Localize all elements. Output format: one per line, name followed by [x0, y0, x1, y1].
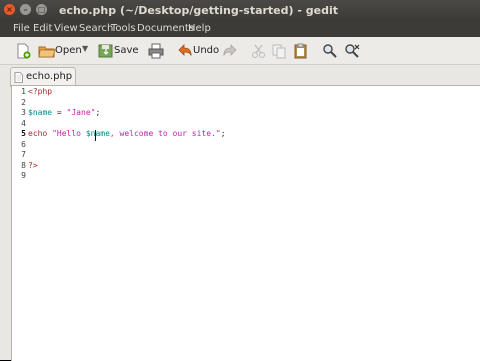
line-number: 7 — [21, 150, 26, 159]
cut-button[interactable] — [250, 42, 268, 60]
menu-tools[interactable]: Tools — [111, 23, 136, 34]
close-window-button[interactable]: × — [4, 4, 15, 15]
find-button[interactable] — [321, 42, 339, 60]
new-document-button[interactable] — [14, 42, 34, 60]
undo-icon — [178, 44, 192, 57]
folder-open-icon — [38, 46, 56, 58]
code-line-3: $name = "Jane"; — [28, 108, 100, 117]
save-button[interactable]: Save — [97, 42, 139, 60]
menu-view[interactable]: View — [54, 23, 78, 34]
toolbar: Open ▼ Save Undo — [0, 37, 480, 65]
code-line-5: echo "Hello $name, welcome to our site."… — [28, 129, 226, 138]
string-token: "Jane" — [66, 108, 96, 117]
printer-icon — [148, 43, 164, 59]
php-open-tag: <?php — [28, 87, 53, 96]
chevron-down-icon: ▼ — [82, 44, 89, 53]
scissors-icon — [252, 44, 265, 58]
redo-icon — [223, 44, 237, 57]
line-number-gutter: 1 2 3 4 5 6 7 8 9 — [12, 86, 26, 361]
line-number: 3 — [21, 108, 26, 117]
semicolon-token: ; — [95, 108, 101, 117]
code-line-8: ?> — [28, 161, 38, 170]
open-recent-dropdown[interactable]: ▼ — [82, 42, 92, 60]
operator-token: = — [52, 108, 67, 117]
gedit-window: × – □ echo.php (~/Desktop/getting-starte… — [0, 0, 480, 361]
echo-keyword: echo — [28, 129, 48, 138]
semicolon-token: ; — [220, 129, 226, 138]
menu-documents[interactable]: Documents — [137, 23, 194, 34]
tab-label: echo.php — [26, 71, 73, 82]
print-button[interactable] — [147, 42, 165, 60]
window-title: echo.php (~/Desktop/getting-started) - g… — [59, 4, 339, 17]
find-replace-button[interactable] — [343, 42, 361, 60]
undo-label: Undo — [193, 45, 220, 56]
save-icon — [98, 44, 113, 58]
menu-search[interactable]: Search — [79, 23, 113, 34]
maximize-window-button[interactable]: □ — [36, 4, 47, 15]
menu-file[interactable]: File — [13, 23, 30, 34]
menu-bar: File Edit View Search Tools Documents He… — [0, 21, 480, 37]
string-token: "Hello — [52, 129, 86, 138]
find-replace-icon — [345, 44, 360, 58]
tab-echo-php[interactable]: echo.php — [10, 67, 76, 87]
line-number: 4 — [21, 119, 26, 128]
line-number: 1 — [21, 87, 26, 96]
menu-edit[interactable]: Edit — [33, 23, 52, 34]
copy-button[interactable] — [270, 42, 288, 60]
minimize-window-button[interactable]: – — [20, 4, 31, 15]
title-bar: × – □ echo.php (~/Desktop/getting-starte… — [0, 0, 480, 21]
open-button[interactable]: Open — [38, 42, 86, 60]
text-editor[interactable]: 1 2 3 4 5 6 7 8 9 <?php $name = "Jane"; … — [11, 85, 480, 361]
save-label: Save — [114, 45, 139, 56]
line-number: 2 — [21, 98, 26, 107]
document-icon — [14, 72, 23, 83]
menu-help[interactable]: Help — [188, 23, 211, 34]
variable-token: $name — [85, 129, 110, 138]
variable-token: $name — [28, 108, 53, 117]
open-label: Open — [55, 45, 82, 56]
search-icon — [323, 44, 337, 58]
new-document-icon — [17, 43, 31, 59]
clipboard-icon — [294, 43, 307, 59]
php-close-tag: ?> — [28, 161, 38, 170]
redo-button[interactable] — [221, 42, 239, 60]
current-line-number: 5 — [21, 129, 26, 138]
paste-button[interactable] — [292, 42, 310, 60]
code-line-1: <?php — [28, 87, 52, 96]
line-number: 8 — [21, 161, 26, 170]
string-token: , welcome to our site." — [109, 129, 221, 138]
copy-icon — [272, 44, 286, 59]
undo-button[interactable]: Undo — [176, 42, 220, 60]
line-number: 9 — [21, 171, 26, 180]
text-cursor — [95, 130, 96, 141]
line-number: 6 — [21, 140, 26, 149]
document-tab-bar: echo.php — [0, 65, 480, 87]
